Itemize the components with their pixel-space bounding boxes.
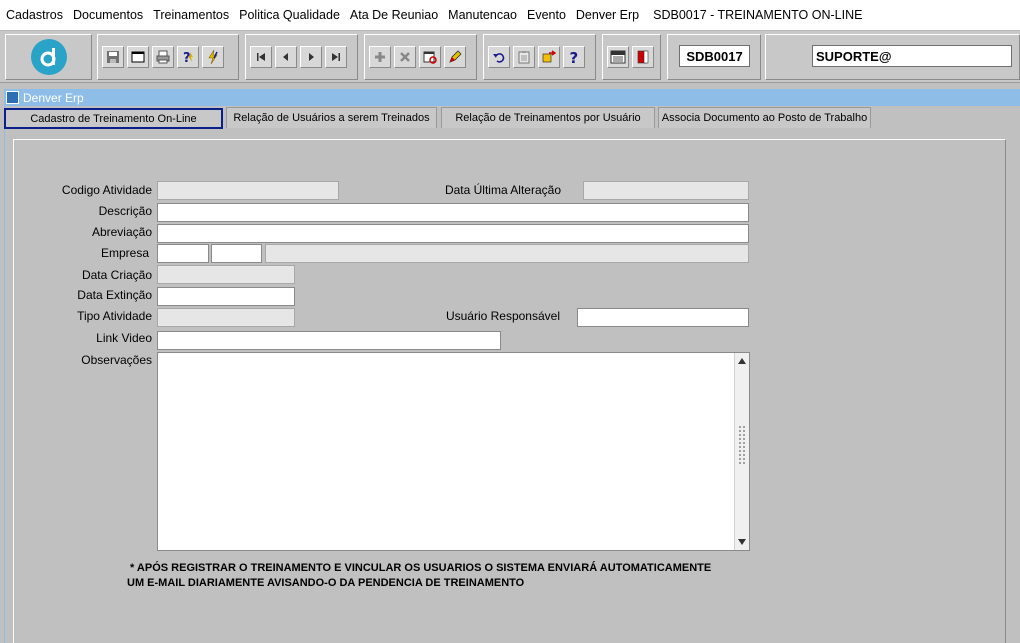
menu-cadastros[interactable]: Cadastros xyxy=(6,8,63,22)
tab-label: Relação de Treinamentos por Usuário xyxy=(455,112,641,124)
denver-logo xyxy=(30,39,67,75)
tab-relacao-usuarios[interactable]: Relação de Usuários a serem Treinados xyxy=(226,107,437,128)
insert-record-icon[interactable] xyxy=(369,46,391,68)
descricao-field[interactable] xyxy=(157,203,749,222)
link-video-field[interactable] xyxy=(157,331,501,350)
window-title-bar: Denver Erp xyxy=(4,89,1020,106)
abreviacao-label: Abreviação xyxy=(91,225,152,239)
navigation-group xyxy=(245,34,358,80)
observacoes-scrollbar[interactable] xyxy=(734,353,749,550)
tab-cadastro-treinamento[interactable]: Cadastro de Treinamento On-Line xyxy=(4,108,223,129)
tab-label: Cadastro de Treinamento On-Line xyxy=(30,112,197,125)
next-record-icon[interactable] xyxy=(300,46,322,68)
note-line-1: * APÓS REGISTRAR O TREINAMENTO E VINCULA… xyxy=(130,562,712,574)
svg-text:?: ? xyxy=(570,49,579,65)
form-code-field: SDB0017 xyxy=(679,45,750,67)
menu-politica-qualidade[interactable]: Politica Qualidade xyxy=(239,8,340,22)
codigo-atividade-field[interactable] xyxy=(157,181,339,200)
data-ultima-alteracao-label: Data Última Alteração xyxy=(444,183,561,197)
edit-icon[interactable] xyxy=(444,46,466,68)
user-field: SUPORTE@ xyxy=(812,45,1012,67)
action-tools-group: ? xyxy=(483,34,596,80)
execute-query-icon[interactable] xyxy=(202,46,224,68)
export-icon[interactable] xyxy=(538,46,560,68)
help-icon[interactable]: ? xyxy=(563,46,585,68)
first-record-icon[interactable] xyxy=(250,46,272,68)
link-video-label: Link Video xyxy=(96,331,152,345)
menu-evento[interactable]: Evento xyxy=(527,8,566,22)
empresa-label: Empresa xyxy=(100,246,149,260)
data-extincao-label: Data Extinção xyxy=(77,288,152,302)
menu-bar: Cadastros Documentos Treinamentos Politi… xyxy=(0,0,1020,31)
tab-label: Associa Documento ao Posto de Trabalho xyxy=(661,112,868,124)
undo-icon[interactable] xyxy=(488,46,510,68)
file-tools-group: ? xyxy=(97,34,239,80)
window-icon[interactable] xyxy=(6,91,19,104)
tab-associa-documento[interactable]: Associa Documento ao Posto de Trabalho xyxy=(658,107,871,128)
record-tools-group xyxy=(364,34,477,80)
tab-label: Relação de Usuários a serem Treinados xyxy=(233,112,430,124)
window-title: Denver Erp xyxy=(23,90,84,105)
empresa-name-field[interactable] xyxy=(265,244,749,263)
data-criacao-field[interactable] xyxy=(157,265,295,284)
tipo-atividade-label: Tipo Atividade xyxy=(77,309,152,323)
abreviacao-field[interactable] xyxy=(157,224,749,243)
observacoes-label: Observações xyxy=(81,353,152,367)
exit-icon[interactable] xyxy=(632,46,654,68)
save-icon[interactable] xyxy=(102,46,124,68)
logo-group xyxy=(5,34,92,80)
list-values-icon[interactable] xyxy=(419,46,441,68)
data-ultima-alteracao-field[interactable] xyxy=(583,181,749,200)
app-tools-group xyxy=(602,34,661,80)
tipo-atividade-field[interactable] xyxy=(157,308,295,327)
descricao-label: Descrição xyxy=(98,204,152,218)
data-extincao-field[interactable] xyxy=(157,287,295,306)
menu-manutencao[interactable]: Manutencao xyxy=(448,8,517,22)
data-criacao-label: Data Criação xyxy=(81,268,152,282)
print-icon[interactable] xyxy=(152,46,174,68)
tab-relacao-treinamentos[interactable]: Relação de Treinamentos por Usuário xyxy=(441,107,655,128)
previous-record-icon[interactable] xyxy=(275,46,297,68)
note-line-2: UM E-MAIL DIARIAMENTE AVISANDO-O DA PEND… xyxy=(127,577,525,589)
codigo-atividade-label: Codigo Atividade xyxy=(61,183,152,197)
usuario-responsavel-label: Usuário Responsável xyxy=(445,309,560,323)
scroll-down-icon[interactable] xyxy=(736,536,748,548)
menu-ata-de-reuniao[interactable]: Ata De Reuniao xyxy=(350,8,438,22)
delete-record-icon[interactable] xyxy=(394,46,416,68)
menu-treinamentos[interactable]: Treinamentos xyxy=(153,8,229,22)
scroll-grip[interactable] xyxy=(738,425,746,465)
menu-denver-erp[interactable]: Denver Erp xyxy=(576,8,639,22)
observacoes-textarea[interactable] xyxy=(157,352,750,551)
usuario-responsavel-field[interactable] xyxy=(577,308,749,327)
menu-icon[interactable] xyxy=(607,46,629,68)
scroll-up-icon[interactable] xyxy=(736,355,748,367)
empresa-branch-field[interactable] xyxy=(211,244,262,263)
clipboard-icon[interactable] xyxy=(513,46,535,68)
last-record-icon[interactable] xyxy=(325,46,347,68)
window-icon[interactable] xyxy=(127,46,149,68)
menu-documentos[interactable]: Documentos xyxy=(73,8,143,22)
empresa-code-field[interactable] xyxy=(157,244,209,263)
query-help-icon[interactable]: ? xyxy=(177,46,199,68)
form-title: SDB0017 - TREINAMENTO ON-LINE xyxy=(653,8,863,22)
